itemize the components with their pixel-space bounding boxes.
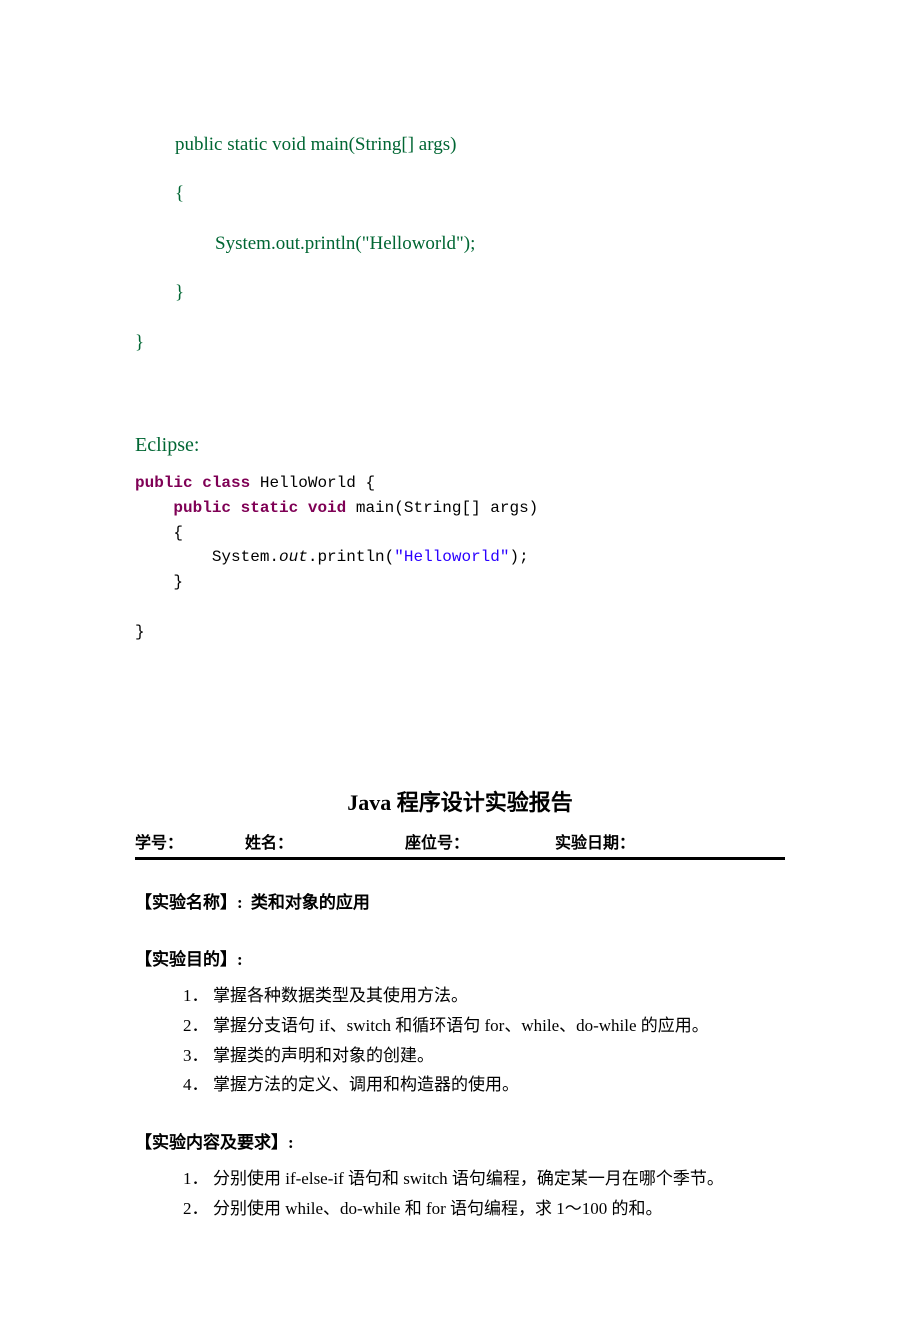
code-text: } [135,623,145,641]
code-text: out [279,548,308,566]
keyword: void [308,499,346,517]
list-item: 1．分别使用 if-else-if 语句和 switch 语句编程，确定某一月在… [183,1164,785,1194]
code-text: .println( [308,548,394,566]
code-line: System.out.println("Helloworld"); [135,219,785,268]
code-text: main(String[] args) [346,499,538,517]
page: public static void main(String[] args) {… [0,0,920,1323]
content-list: 1．分别使用 if-else-if 语句和 switch 语句编程，确定某一月在… [135,1164,785,1224]
section-content: 【实验内容及要求】: 1．分别使用 if-else-if 语句和 switch … [135,1128,785,1223]
section-label: 【实验名称】: [135,893,243,912]
list-text: 掌握方法的定义、调用和构造器的使用。 [213,1075,519,1094]
keyword: public [173,499,231,517]
header-seat: 座位号： [405,829,555,853]
section-value: 类和对象的应用 [247,893,370,912]
list-num: 2． [183,1194,209,1224]
list-num: 4． [183,1070,209,1100]
title-java: Java [347,790,397,815]
eclipse-label: Eclipse: [135,427,785,463]
list-text: 掌握各种数据类型及其使用方法。 [213,986,468,1005]
code-text: ); [509,548,528,566]
header-xuehao: 学号： [135,829,245,853]
code-text: HelloWorld { [250,474,375,492]
code-line: } [135,318,785,367]
list-item: 2．掌握分支语句 if、switch 和循环语句 for、while、do-wh… [183,1011,785,1041]
list-item: 1．掌握各种数据类型及其使用方法。 [183,981,785,1011]
report-title: Java 程序设计实验报告 [135,785,785,817]
code-green-block: public static void main(String[] args) {… [135,120,785,367]
section-label: 【实验内容及要求】: [135,1133,294,1152]
keyword: class [202,474,250,492]
title-rest: 程序设计实验报告 [397,790,573,815]
header-date: 实验日期： [555,829,785,853]
list-text: 掌握类的声明和对象的创建。 [213,1046,434,1065]
list-num: 1． [183,1164,209,1194]
list-num: 2． [183,1011,209,1041]
purpose-list: 1．掌握各种数据类型及其使用方法。 2．掌握分支语句 if、switch 和循环… [135,981,785,1100]
code-text: { [135,524,183,542]
list-text: 分别使用 if-else-if 语句和 switch 语句编程，确定某一月在哪个… [213,1169,724,1188]
code-text: System. [135,548,279,566]
code-text: } [135,573,183,591]
code-line: { [135,169,785,218]
list-text: 掌握分支语句 if、switch 和循环语句 for、while、do-whil… [213,1016,709,1035]
list-num: 1． [183,981,209,1011]
string-literal: "Helloworld" [394,548,509,566]
list-item: 2．分别使用 while、do-while 和 for 语句编程，求 1～100… [183,1194,785,1224]
report-header-row: 学号： 姓名： 座位号： 实验日期： [135,829,785,860]
keyword: public [135,474,193,492]
list-text: 分别使用 while、do-while 和 for 语句编程，求 1～100 的… [213,1199,663,1218]
section-purpose: 【实验目的】: 1．掌握各种数据类型及其使用方法。 2．掌握分支语句 if、sw… [135,945,785,1100]
code-line: } [135,268,785,317]
list-item: 3．掌握类的声明和对象的创建。 [183,1041,785,1071]
code-line: public static void main(String[] args) [135,120,785,169]
section-experiment-name: 【实验名称】: 类和对象的应用 [135,888,785,918]
section-label: 【实验目的】: [135,950,243,969]
keyword: static [241,499,299,517]
list-item: 4．掌握方法的定义、调用和构造器的使用。 [183,1070,785,1100]
eclipse-code-block: public class HelloWorld { public static … [135,471,785,645]
header-name: 姓名： [245,829,405,853]
list-num: 3． [183,1041,209,1071]
